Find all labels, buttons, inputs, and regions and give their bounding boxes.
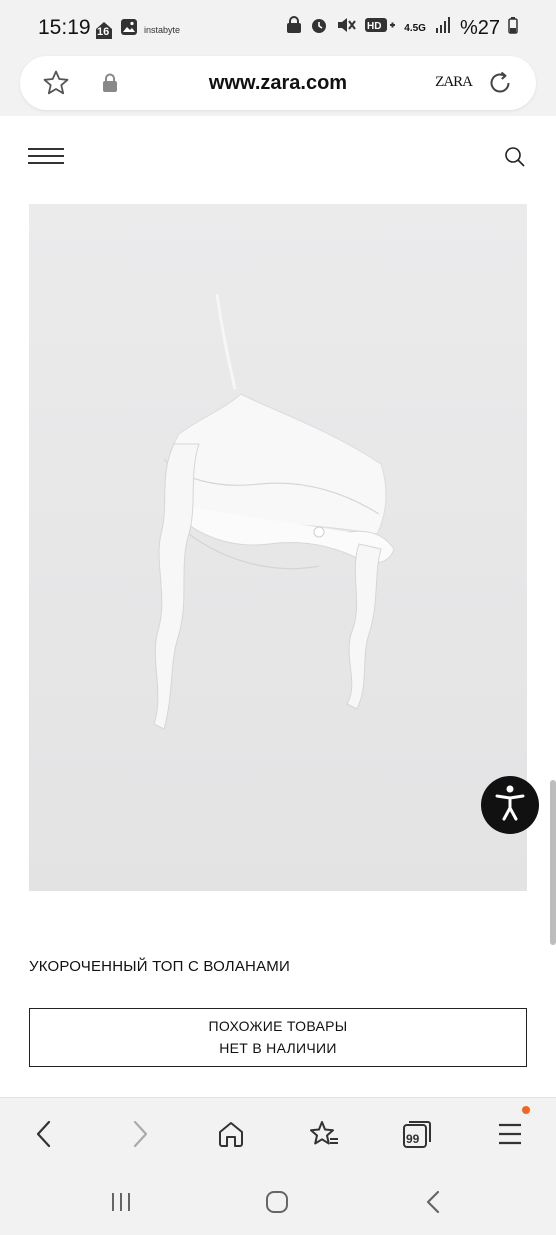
browser-address-area: www.zara.com ZARA (0, 56, 556, 116)
accessibility-icon (493, 784, 527, 827)
battery-level: %27 (459, 16, 500, 39)
calendar-day: 16 (97, 25, 110, 38)
status-right-icons: HD 4.5G %27 (286, 16, 518, 40)
product-photo (29, 204, 527, 891)
product-image[interactable] (29, 204, 527, 891)
notification-dot (522, 1106, 530, 1114)
similar-products-label: ПОХОЖИЕ ТОВАРЫ (208, 1018, 348, 1034)
system-back-icon[interactable] (413, 1187, 453, 1217)
product-title: УКОРОЧЕННЫЙ ТОП С ВОЛАНАМИ (29, 958, 290, 975)
browser-toolbar: 99 (0, 1097, 556, 1169)
mute-icon (336, 16, 357, 40)
forward-icon[interactable] (120, 1114, 160, 1154)
hd-volte-icon: HD (364, 16, 396, 40)
recent-apps-icon[interactable] (101, 1187, 141, 1217)
lock-screen-icon (286, 16, 302, 40)
status-notification-icons: 16 instabyte (94, 18, 180, 41)
availability-label: НЕТ В НАЛИЧИИ (219, 1040, 337, 1056)
hamburger-menu-icon[interactable] (28, 148, 64, 166)
back-icon[interactable] (24, 1114, 64, 1154)
battery-icon (508, 16, 518, 40)
home-button-icon[interactable] (257, 1187, 297, 1217)
refresh-icon[interactable] (486, 69, 514, 102)
signal-icon (434, 16, 452, 40)
gallery-icon (120, 18, 138, 41)
alarm-icon (310, 16, 328, 40)
status-time: 15:19 (38, 16, 91, 39)
system-navigation-bar (0, 1169, 556, 1235)
search-icon[interactable] (504, 146, 526, 173)
address-bar[interactable]: www.zara.com ZARA (20, 56, 536, 110)
site-logo: ZARA (435, 74, 473, 90)
accessibility-button[interactable] (481, 776, 539, 834)
home-icon[interactable] (211, 1114, 251, 1154)
menu-icon[interactable] (490, 1114, 530, 1154)
network-type: 4.5G (404, 22, 426, 34)
page-scrollbar[interactable] (550, 780, 556, 945)
tabs-icon[interactable]: 99 (397, 1114, 437, 1154)
status-bar: 15:19 16 instabyte HD 4.5G %27 (0, 0, 556, 56)
bookmarks-icon[interactable] (304, 1114, 344, 1154)
site-header (0, 116, 556, 200)
home-notification-icon: 16 (94, 20, 114, 40)
similar-products-button[interactable]: ПОХОЖИЕ ТОВАРЫ НЕТ В НАЛИЧИИ (29, 1008, 527, 1067)
tabs-count: 99 (406, 1132, 420, 1146)
tiny-label: instabyte (144, 24, 181, 35)
svg-text:HD: HD (367, 21, 381, 32)
